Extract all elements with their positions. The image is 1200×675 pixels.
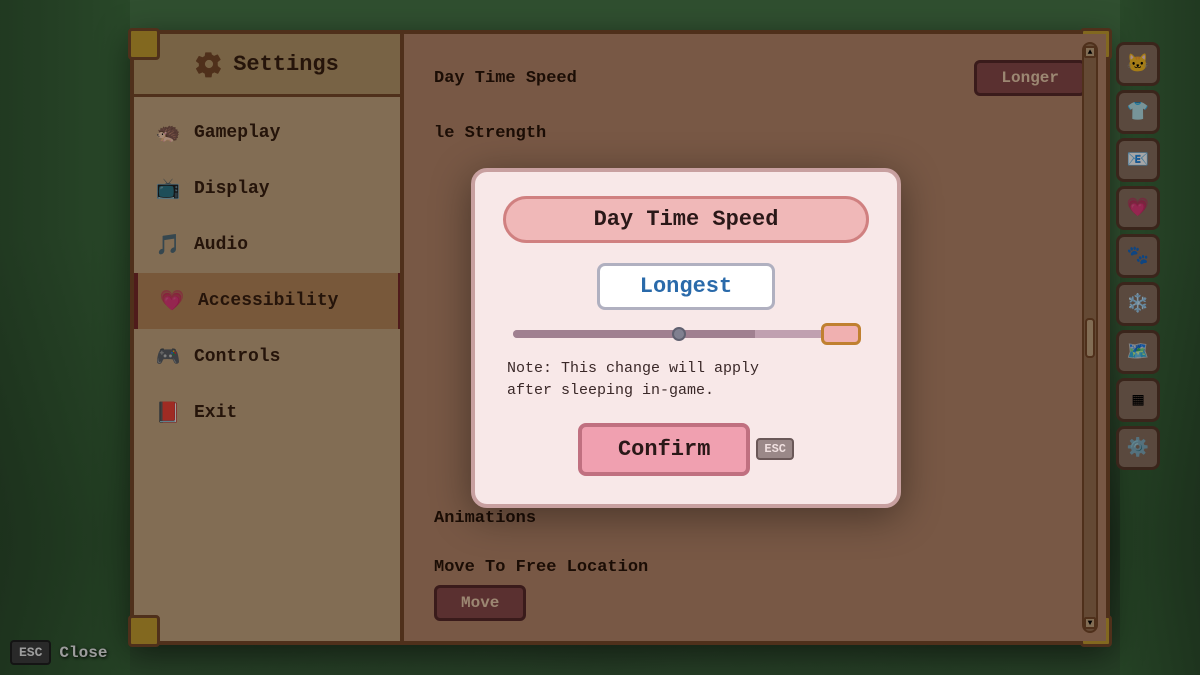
modal-value: Longest [640, 274, 732, 299]
esc-badge: ESC [756, 438, 794, 460]
slider-handle-container [821, 323, 861, 345]
slider-fill [513, 330, 755, 338]
modal-value-display: Longest [597, 263, 775, 310]
slider-knob[interactable] [672, 327, 686, 341]
modal-dialog: Day Time Speed Longest Note: This change… [471, 168, 901, 508]
slider-container[interactable] [503, 330, 869, 338]
confirm-button[interactable]: Confirm [578, 423, 750, 476]
slider-handle[interactable] [821, 323, 861, 345]
modal-title-bar: Day Time Speed [503, 196, 869, 243]
confirm-btn-wrapper: Confirm ESC [578, 423, 794, 476]
slider-track [513, 330, 859, 338]
modal-note: Note: This change will applyafter sleepi… [503, 358, 869, 403]
modal-title: Day Time Speed [594, 207, 779, 232]
